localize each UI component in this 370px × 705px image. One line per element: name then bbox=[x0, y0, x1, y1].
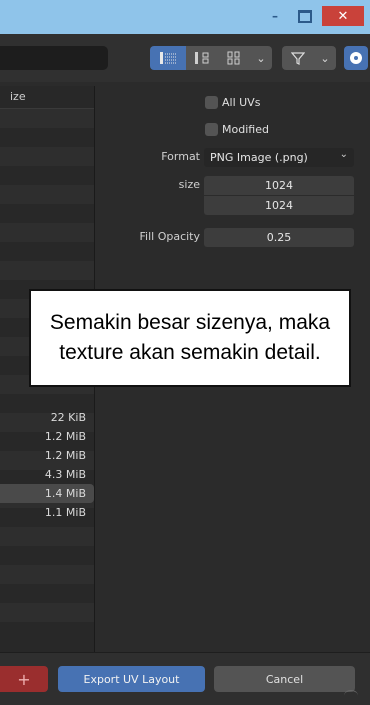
modified-checkbox[interactable]: Modified bbox=[205, 121, 269, 137]
modified-label: Modified bbox=[222, 122, 269, 136]
size-column-header[interactable]: ize bbox=[0, 86, 94, 109]
display-mode-dropdown[interactable]: ⌄ bbox=[250, 46, 272, 70]
fill-opacity-label: Fill Opacity bbox=[139, 230, 201, 243]
filter-icon bbox=[291, 52, 305, 65]
minimize-icon: – bbox=[272, 9, 278, 23]
all-uvs-checkbox[interactable]: All UVs bbox=[205, 94, 260, 110]
row-stripe bbox=[0, 185, 94, 204]
format-label: Format bbox=[161, 150, 200, 163]
list-item[interactable]: 4.3 MiB bbox=[0, 465, 94, 484]
list-item[interactable]: 1.1 MiB bbox=[0, 503, 94, 522]
display-thumbnails-icon bbox=[195, 52, 209, 64]
close-icon: ✕ bbox=[337, 8, 349, 24]
display-mode-thumbnails-button[interactable] bbox=[186, 46, 218, 70]
row-stripe bbox=[0, 565, 94, 584]
filter-dropdown[interactable]: ⌄ bbox=[314, 46, 336, 70]
display-mode-list-button[interactable] bbox=[150, 46, 186, 70]
row-stripe bbox=[0, 223, 94, 242]
size-y-value: 1024 bbox=[265, 199, 293, 212]
add-button[interactable]: + bbox=[0, 666, 48, 692]
row-stripe bbox=[0, 109, 94, 128]
list-item[interactable]: 1.2 MiB bbox=[0, 446, 94, 465]
export-uv-layout-button[interactable]: Export UV Layout bbox=[58, 666, 205, 692]
row-stripe bbox=[0, 603, 94, 622]
filter-toggle-button[interactable] bbox=[282, 46, 314, 70]
row-stripe bbox=[0, 261, 94, 280]
cancel-button[interactable]: Cancel bbox=[214, 666, 355, 692]
list-item[interactable]: 1.2 MiB bbox=[0, 427, 94, 446]
directory-path-field[interactable] bbox=[0, 46, 108, 70]
display-grid-icon bbox=[227, 51, 240, 65]
display-mode-grid-button[interactable] bbox=[218, 46, 250, 70]
chevron-down-icon: ⌄ bbox=[320, 51, 330, 65]
gear-icon bbox=[350, 52, 362, 64]
resize-corner-icon[interactable] bbox=[344, 690, 358, 701]
list-item[interactable] bbox=[0, 389, 94, 408]
format-value: PNG Image (.png) bbox=[210, 151, 308, 164]
row-stripe bbox=[0, 147, 94, 166]
row-stripe bbox=[0, 527, 94, 546]
format-select[interactable]: PNG Image (.png) ⌄ bbox=[204, 148, 354, 167]
chevron-down-icon: ⌄ bbox=[256, 51, 266, 65]
fill-opacity-value: 0.25 bbox=[266, 231, 292, 244]
fill-opacity-field[interactable]: 0.25 bbox=[204, 228, 354, 247]
chevron-down-icon: ⌄ bbox=[339, 149, 348, 160]
list-item[interactable]: 22 KiB bbox=[0, 408, 94, 427]
settings-gear-button[interactable] bbox=[344, 46, 368, 70]
list-item-selected[interactable]: 1.4 MiB bbox=[0, 484, 94, 503]
maximize-button[interactable] bbox=[292, 6, 318, 26]
all-uvs-label: All UVs bbox=[222, 95, 261, 109]
size-y-field[interactable]: 1024 bbox=[204, 196, 354, 215]
size-x-field[interactable]: 1024 bbox=[204, 176, 354, 195]
maximize-icon bbox=[298, 9, 312, 23]
size-label: size bbox=[178, 178, 200, 191]
checkbox-box[interactable] bbox=[205, 95, 218, 109]
close-button[interactable]: ✕ bbox=[322, 6, 364, 26]
display-list-icon bbox=[160, 52, 176, 64]
checkbox-box[interactable] bbox=[205, 122, 218, 136]
minimize-button[interactable]: – bbox=[262, 6, 288, 26]
size-x-value: 1024 bbox=[265, 179, 293, 192]
annotation-callout: Semakin besar sizenya, maka texture akan… bbox=[29, 289, 351, 387]
